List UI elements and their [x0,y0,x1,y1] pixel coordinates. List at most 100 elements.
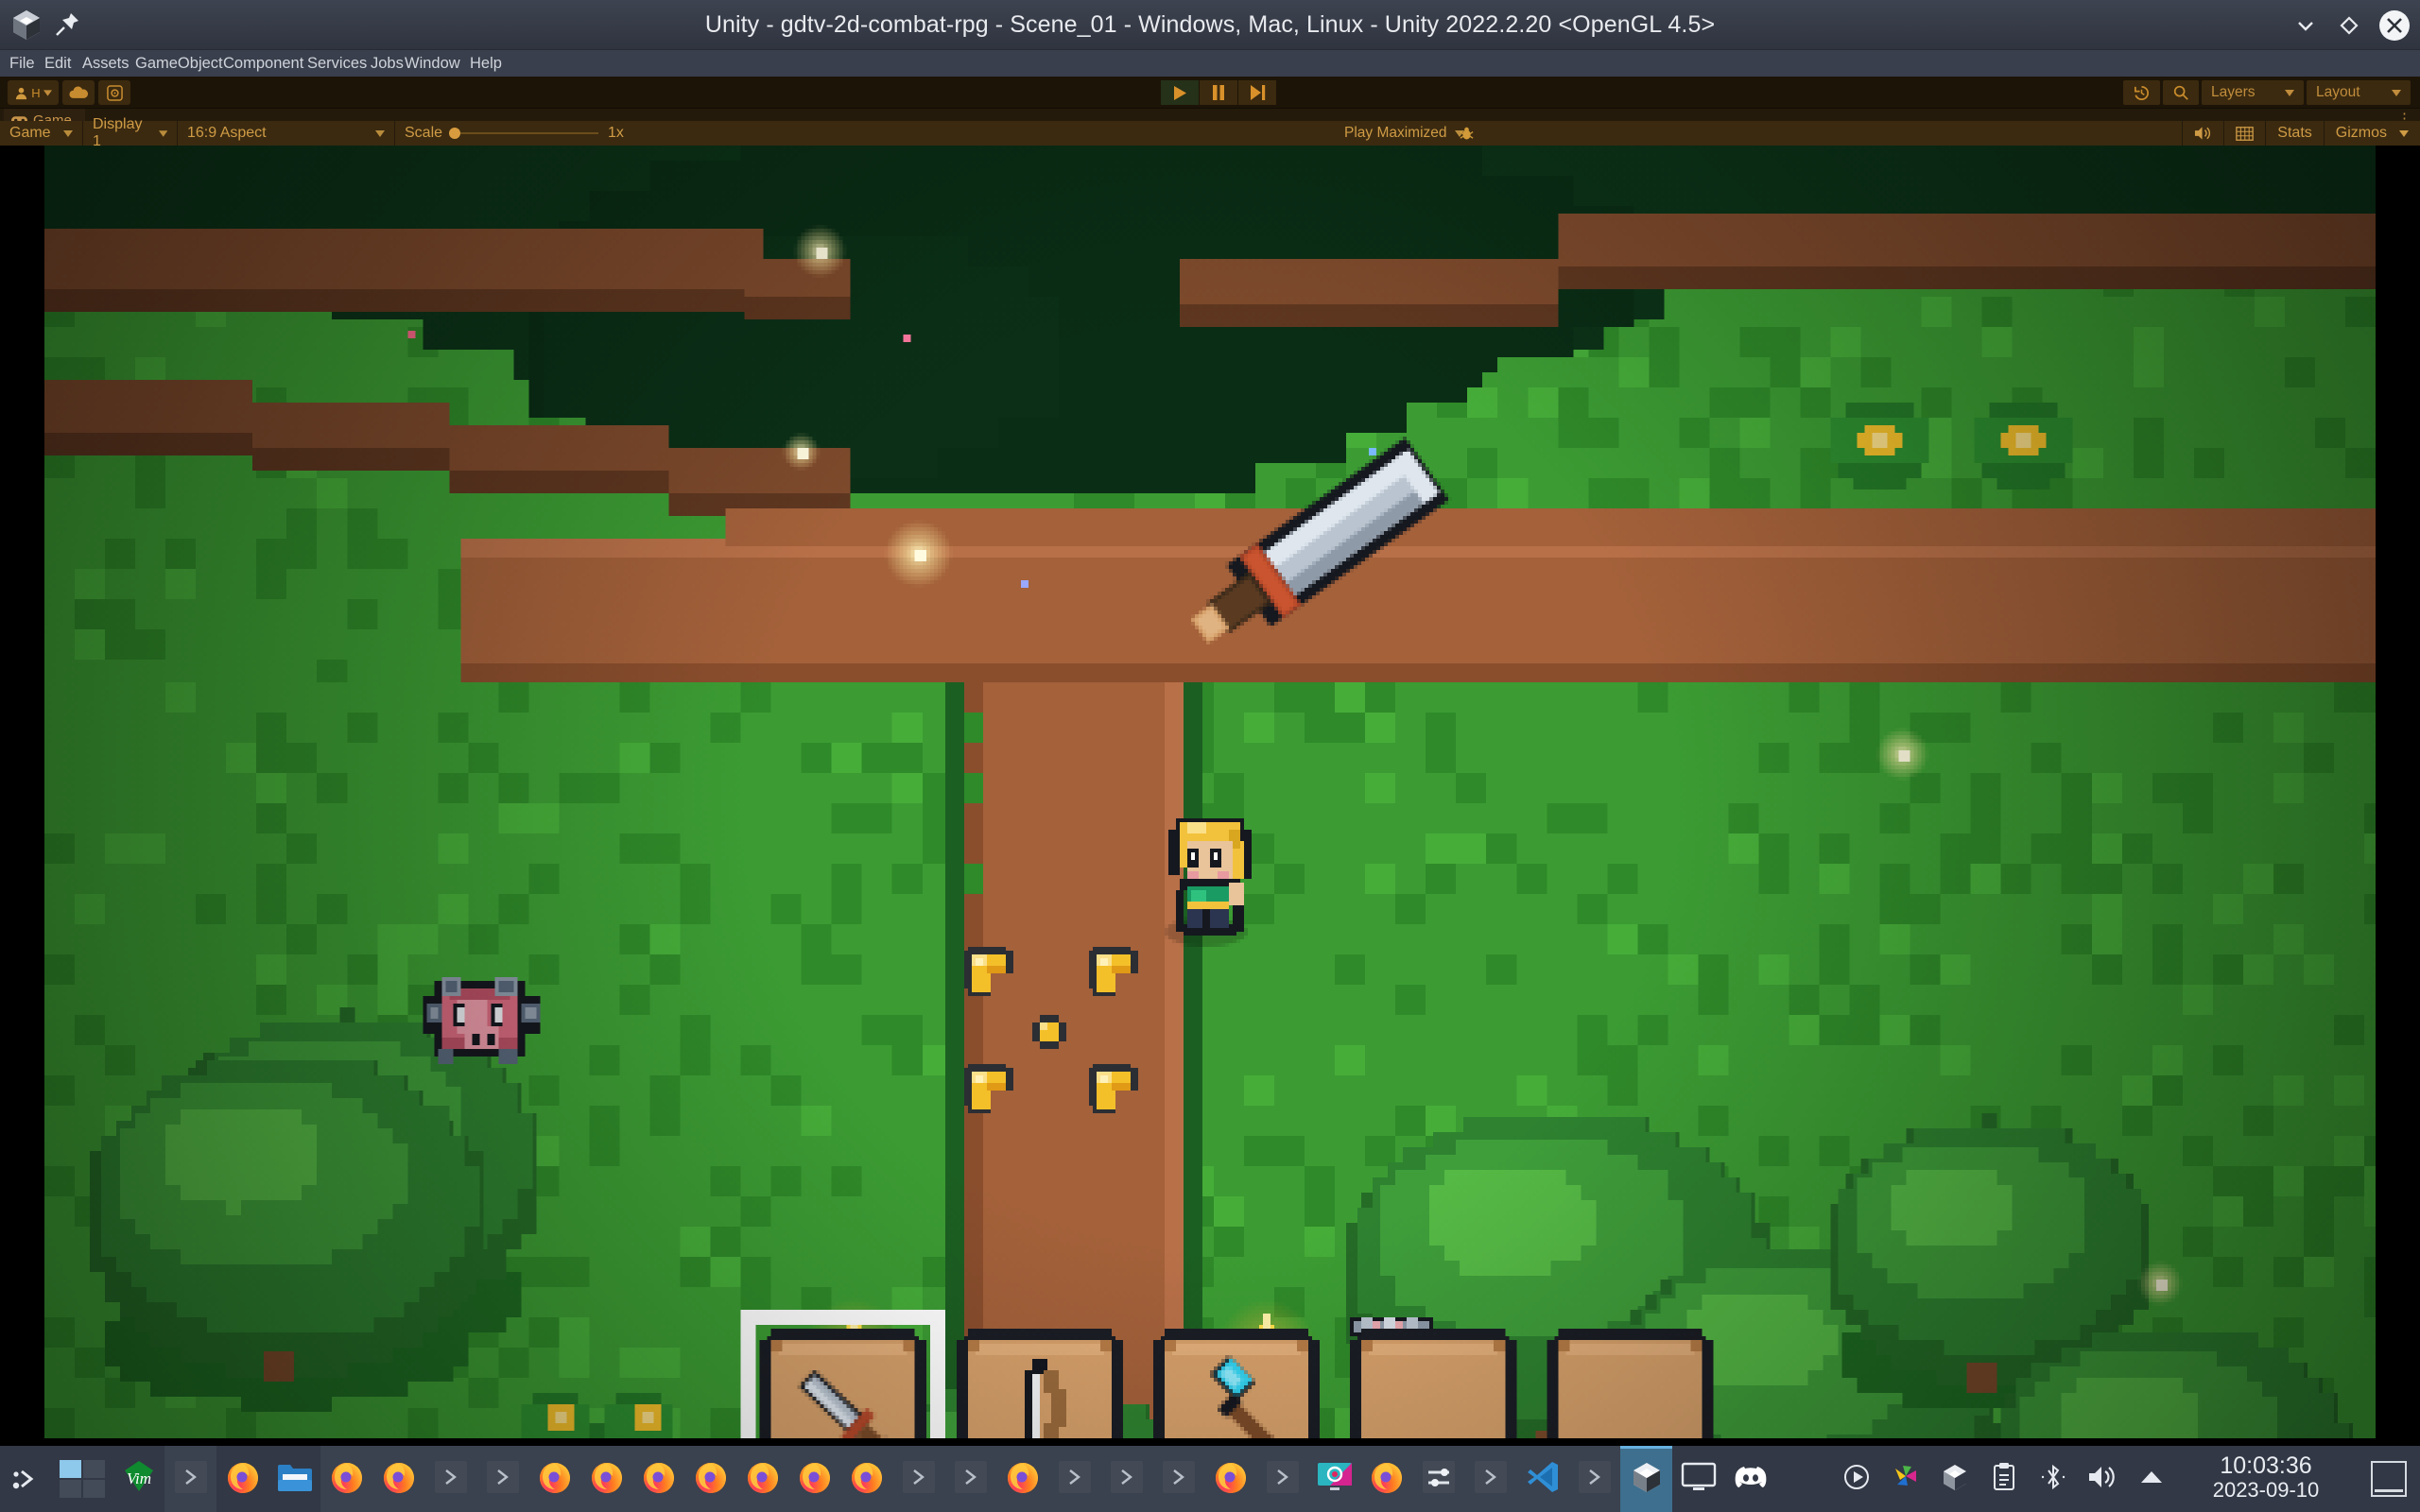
menu-edit[interactable]: Edit [44,50,71,77]
menu-help[interactable]: Help [470,50,502,77]
taskbar-item-firefox-4[interactable] [320,1446,372,1512]
taskbar-item-firefox-2[interactable] [216,1446,268,1512]
taskbar-item-screencast-23[interactable] [1308,1446,1360,1512]
gameview-target-dropdown[interactable]: Game [0,121,83,146]
pause-button[interactable] [1200,80,1237,105]
search-icon [2173,85,2188,100]
terminal-icon [1578,1460,1611,1498]
search-button[interactable] [2163,80,2199,105]
play-controls [1161,80,1277,105]
play-maximized-label: Play Maximized [1344,125,1447,141]
undo-history-button[interactable] [2123,80,2160,105]
svg-text:Vim: Vim [126,1469,150,1487]
show-desktop-button[interactable] [2371,1461,2407,1497]
layers-dropdown[interactable]: Layers [2202,80,2304,105]
taskbar-item-terminal-22[interactable] [1256,1446,1308,1512]
taskbar-item-terminal-7[interactable] [476,1446,528,1512]
play-icon [1174,85,1186,100]
unity-icon [1630,1460,1664,1499]
window-title: Unity - gdtv-2d-combat-rpg - Scene_01 - … [704,11,1716,38]
cloud-button[interactable] [62,80,95,105]
taskbar-item-settings-sliders-25[interactable] [1412,1446,1464,1512]
taskbar-item-terminal-1[interactable] [164,1446,216,1512]
unity-hub-icon [1941,1463,1969,1496]
taskbar-item-vscode-27[interactable] [1516,1446,1568,1512]
taskbar-item-terminal-28[interactable] [1568,1446,1620,1512]
firefox-icon [1369,1459,1405,1500]
tray-clipboard[interactable] [1979,1446,2029,1512]
step-button[interactable] [1238,80,1276,105]
tray-tray-expand[interactable] [2127,1446,2176,1512]
tray-media-play[interactable] [1832,1446,1881,1512]
gameview-scale-control[interactable]: Scale 1x [395,121,633,146]
taskbar-item-terminal-20[interactable] [1152,1446,1204,1512]
menu-assets[interactable]: Assets [82,50,130,77]
menu-component[interactable]: Component [223,50,303,77]
account-person-icon [16,87,27,99]
tray-volume[interactable] [2078,1446,2127,1512]
menu-services[interactable]: Services [307,50,367,77]
firefox-icon [329,1459,365,1500]
taskbar-item-firefox-12[interactable] [736,1446,788,1512]
taskbar-item-terminal-16[interactable] [944,1446,996,1512]
window-maximize-button[interactable] [2331,8,2367,43]
menu-jobs[interactable]: Jobs [371,50,404,77]
menu-gameobject[interactable]: GameObject [135,50,223,77]
game-scene-canvas[interactable] [44,146,2376,1438]
workspace-switcher[interactable] [52,1446,112,1512]
scale-slider-knob[interactable] [449,128,461,139]
layout-dropdown[interactable]: Layout [2307,80,2411,105]
taskbar-item-terminal-19[interactable] [1100,1446,1152,1512]
gameview-toolbar-right: Stats Gizmos [2182,121,2420,146]
tray-unity-hub[interactable] [1930,1446,1979,1512]
activities-launcher[interactable] [0,1446,52,1512]
taskbar-item-discord-31[interactable] [1724,1446,1776,1512]
taskbar-item-firefox-13[interactable] [788,1446,840,1512]
account-button[interactable]: H [8,80,59,105]
gameview-aspect-dropdown[interactable]: 16:9 Aspect [178,121,395,146]
media-play-icon [1842,1463,1871,1496]
bug-report-button[interactable] [1452,121,1480,146]
taskbar-clock[interactable]: 10:03:36 2023-09-10 [2186,1454,2346,1503]
tray-colorpicker[interactable] [1881,1446,1930,1512]
taskbar-item-terminal-26[interactable] [1464,1446,1516,1512]
tray-bluetooth[interactable] [2029,1446,2078,1512]
taskbar-item-firefox-24[interactable] [1360,1446,1412,1512]
taskbar-item-vim-0[interactable]: Vim [112,1446,164,1512]
terminal-icon [434,1460,467,1498]
game-view[interactable] [0,146,2420,1441]
menu-window[interactable]: Window [405,50,460,77]
firefox-icon [693,1459,729,1500]
stats-button[interactable]: Stats [2265,121,2323,146]
taskbar-item-firefox-5[interactable] [372,1446,424,1512]
window-close-button[interactable] [2377,8,2412,43]
stats-grid-button[interactable] [2223,121,2265,146]
gizmos-button[interactable]: Gizmos [2323,121,2420,146]
window-minimize-button[interactable] [2288,8,2324,43]
gameview-display-dropdown[interactable]: Display 1 [83,116,178,149]
taskbar-item-unity-29[interactable] [1620,1446,1672,1512]
taskbar-item-firefox-21[interactable] [1204,1446,1256,1512]
play-button[interactable] [1161,80,1199,105]
menu-file[interactable]: File [9,50,35,77]
taskbar-item-firefox-14[interactable] [840,1446,892,1512]
taskbar-item-terminal-15[interactable] [892,1446,944,1512]
mute-audio-button[interactable] [2182,121,2223,146]
taskbar-item-firefox-10[interactable] [632,1446,684,1512]
taskbar-item-terminal-18[interactable] [1048,1446,1100,1512]
collab-button[interactable] [98,80,130,105]
taskbar-item-display-30[interactable] [1672,1446,1724,1512]
taskbar-item-terminal-6[interactable] [424,1446,476,1512]
bug-report-icon [1460,127,1473,140]
game-render-surface[interactable] [44,146,2376,1438]
scale-slider[interactable] [449,128,599,139]
taskbar-item-firefox-11[interactable] [684,1446,736,1512]
unity-toolbar: H Layers Layout [0,77,2420,109]
activities-dots-icon [12,1469,33,1489]
taskbar-item-firefox-9[interactable] [580,1446,632,1512]
taskbar-item-firefox-8[interactable] [528,1446,580,1512]
terminal-icon [1162,1460,1195,1498]
taskbar-item-firefox-17[interactable] [996,1446,1048,1512]
play-maximized-dropdown[interactable]: Play Maximized [1344,121,1464,146]
taskbar-item-files-3[interactable] [268,1446,320,1512]
